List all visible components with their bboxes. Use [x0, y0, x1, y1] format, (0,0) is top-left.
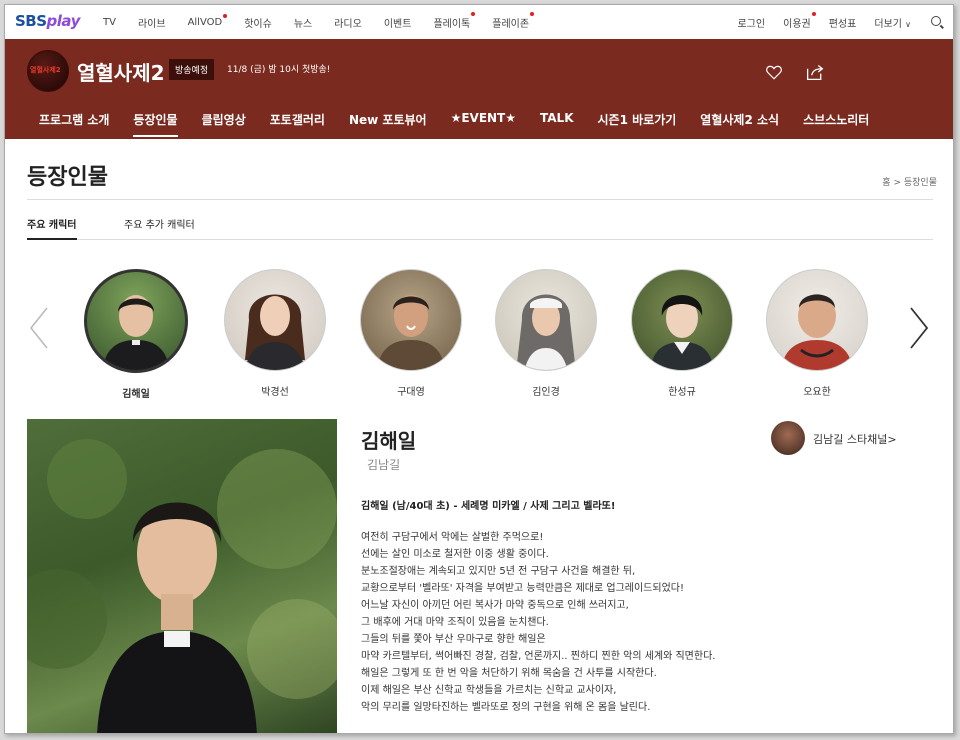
- search-icon[interactable]: [931, 16, 941, 26]
- description-line: 여전히 구담구에서 악에는 살벌한 주먹으로!: [361, 532, 544, 543]
- utility-links: 로그인 이용권 편성표 더보기 ∨: [720, 5, 941, 39]
- menu-characters[interactable]: 등장인물: [133, 111, 178, 137]
- browser-frame: SBSplay TV 라이브 AllVOD 핫이슈 뉴스 라디오 이벤트 플레이…: [4, 4, 954, 734]
- character-card-oh-yohan[interactable]: 오요한: [765, 269, 869, 398]
- nav-hot-issue[interactable]: 핫이슈: [244, 15, 272, 30]
- nav-radio[interactable]: 라디오: [334, 15, 362, 30]
- nav-tv[interactable]: TV: [103, 17, 116, 28]
- description-line: 그 배후에 거대 마약 조직이 있음을 눈치챈다.: [361, 617, 549, 628]
- share-icon[interactable]: [805, 63, 825, 81]
- main-nav-links: TV 라이브 AllVOD 핫이슈 뉴스 라디오 이벤트 플레이톡 플레이존: [103, 5, 551, 39]
- top-navigation: SBSplay TV 라이브 AllVOD 핫이슈 뉴스 라디오 이벤트 플레이…: [5, 5, 953, 40]
- character-card-han-seonggyu[interactable]: 한성규: [630, 269, 734, 398]
- character-summary: 김해일 (남/40대 초) - 세례명 미카엘 / 사제 그리고 벨라또!: [361, 501, 616, 512]
- character-photo: [495, 269, 597, 371]
- character-photo: [766, 269, 868, 371]
- character-name: 구대영: [397, 387, 425, 398]
- character-name: 김인경: [532, 387, 560, 398]
- breadcrumb-separator: >: [893, 178, 901, 188]
- nav-playzone[interactable]: 플레이존: [492, 11, 534, 30]
- subscription-link[interactable]: 이용권: [783, 11, 816, 30]
- character-card-kim-haeil[interactable]: 김해일: [84, 269, 188, 400]
- chevron-down-icon: ∨: [905, 19, 911, 29]
- character-name: 김해일: [122, 389, 150, 400]
- nav-live[interactable]: 라이브: [138, 15, 166, 30]
- tab-additional-characters[interactable]: 주요 추가 캐릭터: [124, 216, 195, 231]
- actor-name: 김남길: [367, 458, 401, 472]
- menu-season1[interactable]: 시즌1 바로가기: [598, 111, 677, 137]
- sbs-play-logo[interactable]: SBSplay: [15, 12, 80, 30]
- star-channel-link[interactable]: 김남길 스타채널>: [813, 431, 897, 447]
- menu-news[interactable]: 열혈사제2 소식: [700, 111, 779, 137]
- heart-icon[interactable]: [765, 63, 783, 81]
- character-photo: [84, 269, 188, 373]
- character-photo: [631, 269, 733, 371]
- character-card-gu-daeyeong[interactable]: 구대영: [359, 269, 463, 398]
- nav-playtalk[interactable]: 플레이톡: [433, 11, 476, 30]
- character-portrait: [27, 439, 337, 733]
- description-line: 악의 무리를 일망타진하는 벨라또로 정의 구현을 위해 온 몸을 날린다.: [361, 702, 651, 713]
- description-line: 선에는 살인 미소로 철저한 이중 생활 중이다.: [361, 549, 549, 560]
- character-main-photo: [27, 419, 337, 733]
- nav-event[interactable]: 이벤트: [384, 15, 412, 30]
- active-tab-indicator: [27, 238, 77, 240]
- schedule-link[interactable]: 편성표: [829, 15, 857, 30]
- breadcrumb-current: 등장인물: [903, 178, 937, 188]
- actor-avatar[interactable]: [771, 421, 805, 455]
- description-line: 어느날 자신이 아끼던 어린 복사가 마약 중독으로 인해 쓰러지고,: [361, 600, 629, 611]
- program-menu: 프로그램 소개 등장인물 클립영상 포토갤러리 New 포토뷰어 ★EVENT★…: [39, 111, 893, 137]
- description-line: 이제 해일은 부산 신학교 학생들을 가르치는 신학교 교사이자,: [361, 685, 617, 696]
- menu-clips[interactable]: 클립영상: [202, 111, 246, 137]
- character-name: 한성규: [668, 387, 696, 398]
- character-photo: [224, 269, 326, 371]
- character-name: 오요한: [803, 387, 831, 398]
- carousel-next-arrow[interactable]: [909, 307, 929, 349]
- tabs-divider: [27, 239, 933, 240]
- description-line: 해일은 그렇게 또 한 번 악을 처단하기 위해 목숨을 건 사투를 시작한다.: [361, 668, 657, 679]
- character-name: 박경선: [261, 387, 289, 398]
- logo-play-text: play: [46, 12, 81, 30]
- menu-program-intro[interactable]: 프로그램 소개: [39, 111, 109, 137]
- status-badge: 방송예정: [169, 59, 215, 80]
- menu-new-photo-viewer[interactable]: New 포토뷰어: [349, 111, 427, 137]
- login-link[interactable]: 로그인: [738, 15, 766, 30]
- tab-main-characters[interactable]: 주요 캐릭터: [27, 216, 76, 231]
- premiere-notice: 11/8 (금) 밤 10시 첫방송!: [227, 65, 331, 75]
- character-detail-name: 김해일: [361, 429, 417, 453]
- menu-talk[interactable]: TALK: [540, 111, 574, 137]
- page-title: 등장인물: [27, 165, 108, 190]
- logo-sbs-text: SBS: [15, 12, 47, 30]
- more-link[interactable]: 더보기 ∨: [874, 15, 911, 30]
- menu-event[interactable]: ★EVENT★: [451, 111, 516, 137]
- character-description: 여전히 구담구에서 악에는 살벌한 주먹으로! 선에는 살인 미소로 철저한 이…: [361, 529, 921, 716]
- description-line: 분노조절장애는 계속되고 있지만 5년 전 구담구 사건을 해결한 뒤,: [361, 566, 636, 577]
- character-card-kim-ingyeong[interactable]: 김인경: [494, 269, 598, 398]
- program-logo-text: 열혈사제2: [30, 66, 61, 74]
- carousel-prev-arrow[interactable]: [29, 307, 49, 349]
- menu-photo-gallery[interactable]: 포토갤러리: [270, 111, 325, 137]
- breadcrumb: 홈 > 등장인물: [882, 175, 937, 188]
- more-label: 더보기: [874, 18, 902, 30]
- character-photo: [360, 269, 462, 371]
- nav-news[interactable]: 뉴스: [294, 15, 312, 30]
- description-line: 교황으로부터 '벨라또' 자격을 부여받고 능력만큼은 제대로 업그레이드되었다…: [361, 583, 684, 594]
- program-title[interactable]: 열혈사제2: [77, 57, 165, 86]
- character-card-park-gyeongseon[interactable]: 박경선: [223, 269, 327, 398]
- description-line: 그들의 뒤를 쫓아 부산 우마구로 향한 해일은: [361, 634, 546, 645]
- nav-allvod[interactable]: AllVOD: [188, 13, 227, 28]
- menu-sbs-noriter[interactable]: 스브스노리터: [803, 111, 869, 137]
- breadcrumb-home[interactable]: 홈: [882, 178, 890, 188]
- program-header: 열혈사제2 열혈사제2 방송예정 11/8 (금) 밤 10시 첫방송! 프로그…: [5, 39, 953, 139]
- divider: [27, 199, 933, 200]
- description-line: 마약 카르텔부터, 썩어빠진 경찰, 검찰, 언론까지.. 찐하디 찐한 악의 …: [361, 651, 716, 662]
- program-logo[interactable]: 열혈사제2: [27, 50, 69, 92]
